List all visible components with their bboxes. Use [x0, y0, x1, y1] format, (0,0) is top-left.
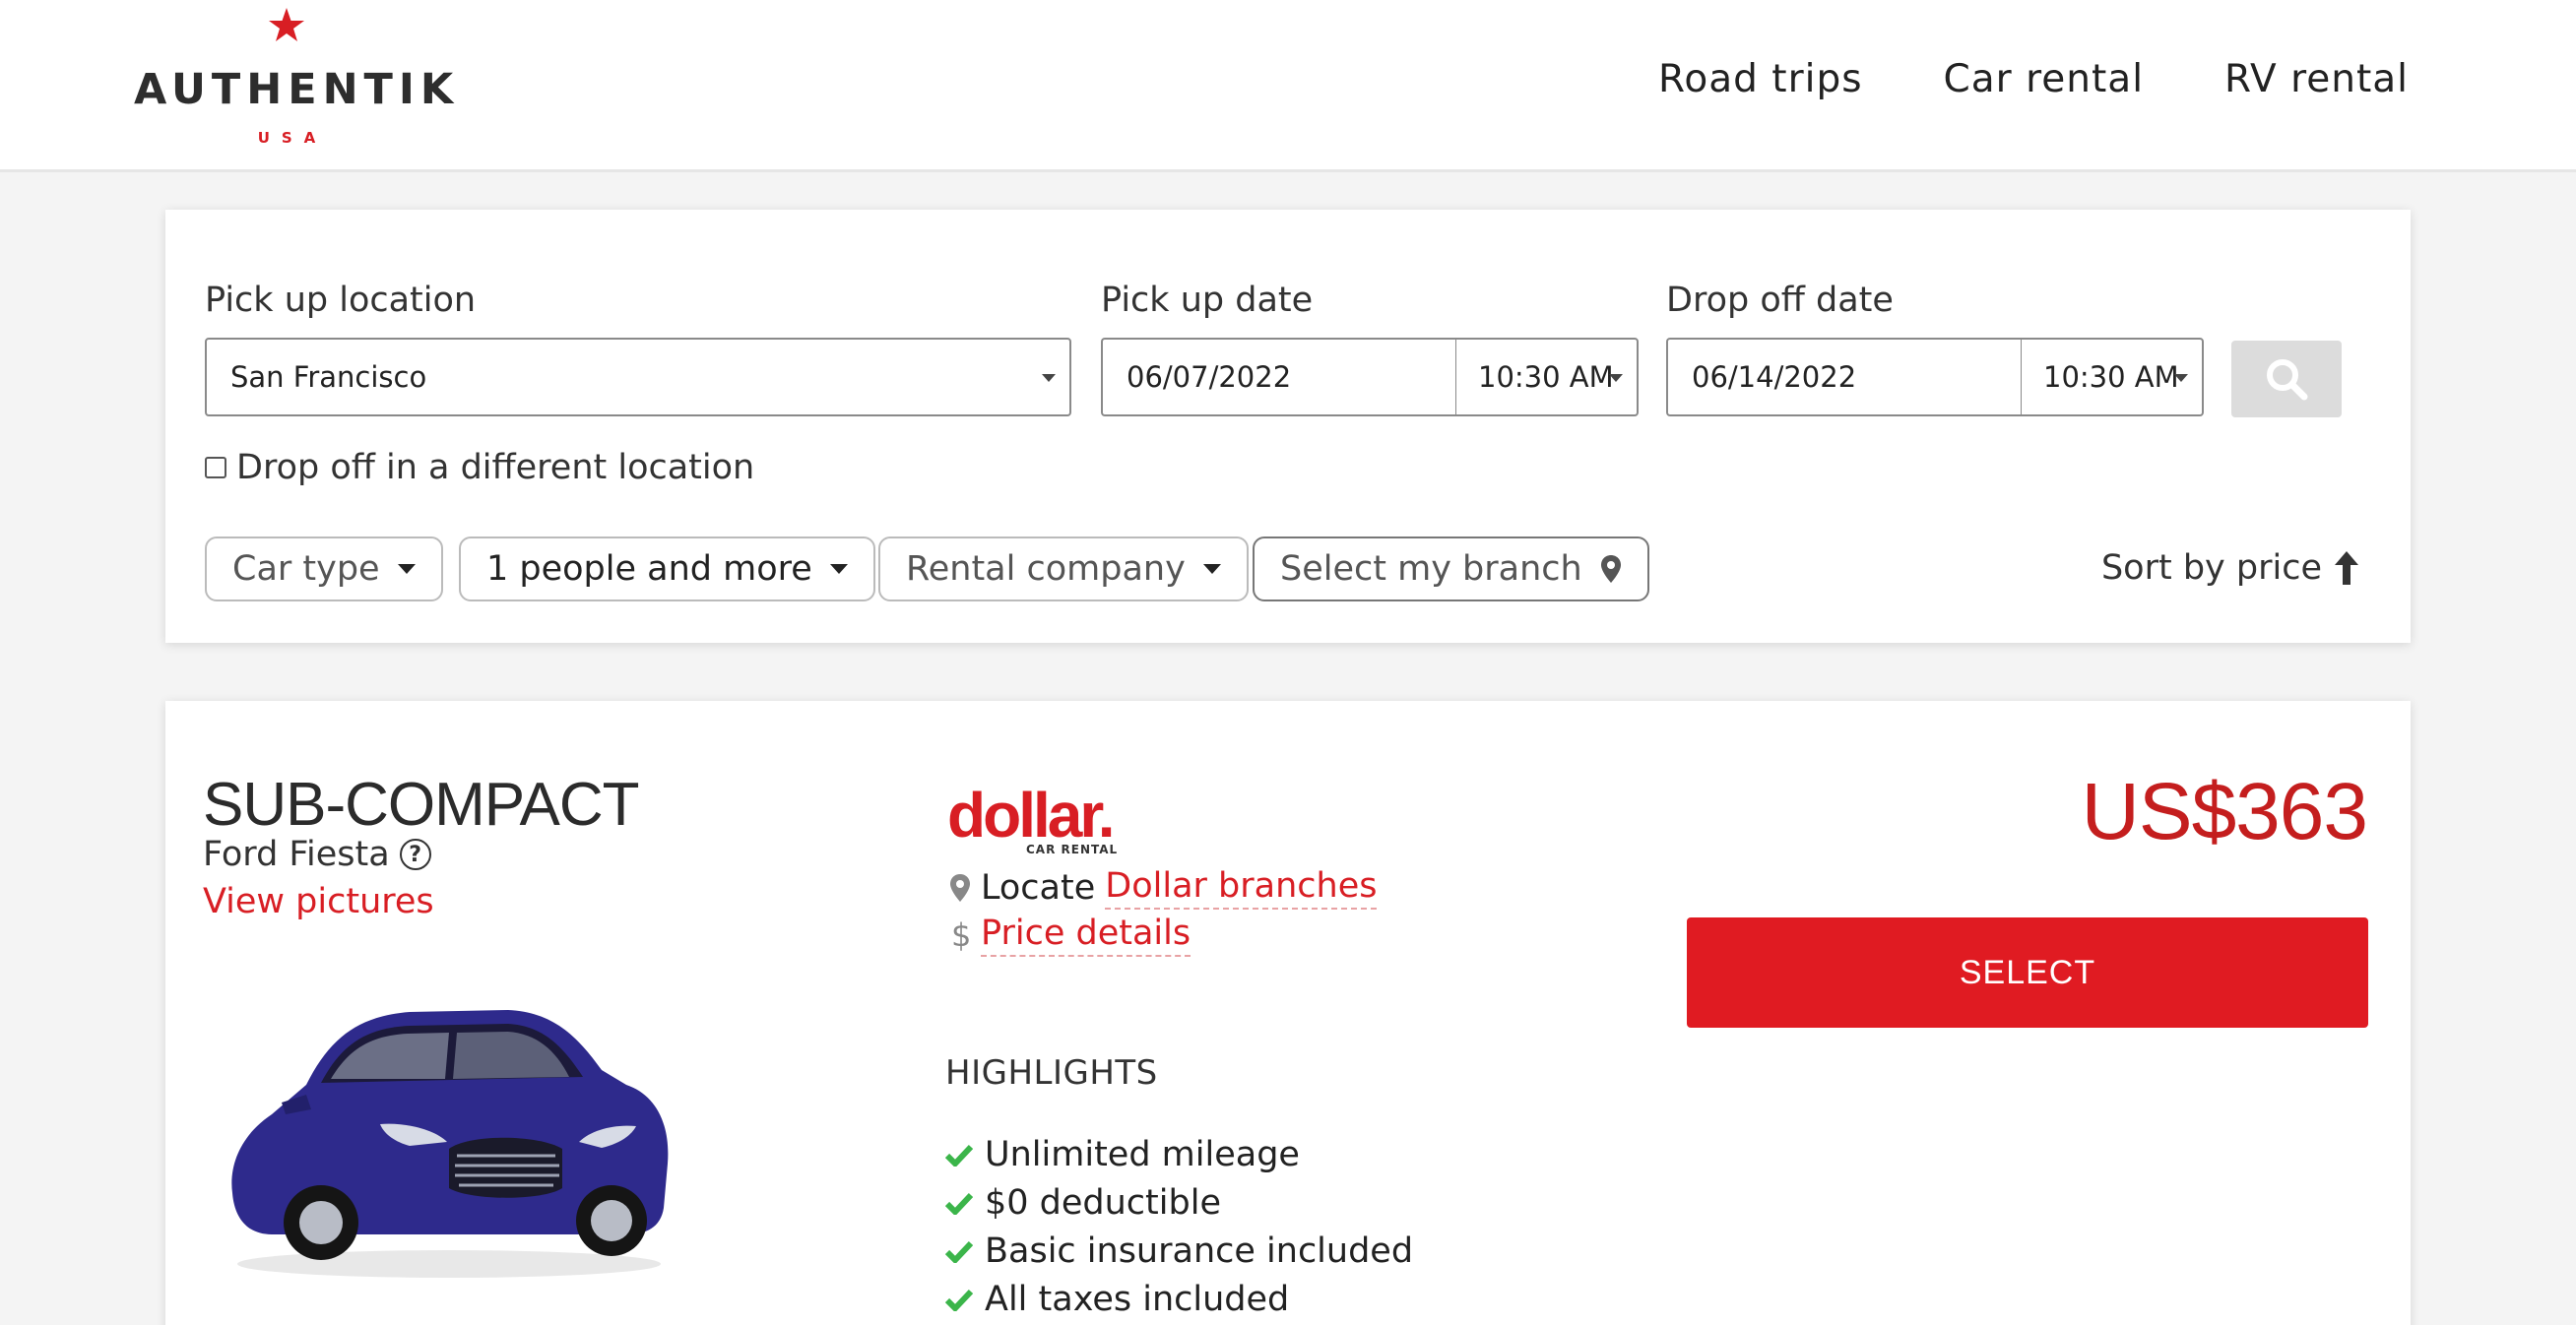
arrow-up-icon: [2335, 551, 2358, 585]
check-icon: [945, 1144, 973, 1167]
chevron-down-icon: [829, 564, 848, 574]
highlight-text: Basic insurance included: [985, 1230, 1414, 1271]
search-button[interactable]: [2231, 341, 2342, 417]
locate-prefix: Locate: [981, 868, 1096, 908]
svg-text:$: $: [951, 918, 971, 952]
dropoff-time-select[interactable]: 10:30 AM: [2021, 338, 2204, 416]
check-icon: [945, 1240, 973, 1263]
dollar-logo-sub: CAR RENTAL: [1026, 843, 1119, 856]
people-filter[interactable]: 1 people and more: [459, 536, 875, 601]
car-type-label: Car type: [232, 549, 380, 589]
dropoff-date-value: 06/14/2022: [1692, 360, 1857, 394]
view-pictures-link[interactable]: View pictures: [203, 882, 434, 921]
car-model: Ford Fiesta: [203, 835, 390, 874]
different-location-checkbox[interactable]: [205, 457, 226, 478]
different-location-row[interactable]: Drop off in a different location: [205, 448, 754, 487]
pickup-date-label: Pick up date: [1101, 281, 1314, 320]
chevron-down-icon: [1609, 374, 1623, 382]
highlight-text: All taxes included: [985, 1279, 1290, 1319]
site-header: AUTHENTIK USA Road trips Car rental RV r…: [0, 0, 2576, 172]
dropoff-date-input[interactable]: 06/14/2022: [1666, 338, 2023, 416]
nav-car-rental[interactable]: Car rental: [1944, 57, 2144, 101]
select-branch-button[interactable]: Select my branch: [1253, 536, 1649, 601]
chevron-down-icon: [1202, 564, 1221, 574]
pickup-location-value: San Francisco: [230, 360, 427, 394]
pickup-date-value: 06/07/2022: [1127, 360, 1292, 394]
select-branch-label: Select my branch: [1280, 549, 1582, 589]
dropoff-date-label: Drop off date: [1666, 281, 1894, 320]
people-label: 1 people and more: [486, 549, 812, 589]
nav-rv-rental[interactable]: RV rental: [2224, 57, 2409, 101]
chevron-down-icon: [2174, 374, 2188, 382]
dollar-logo-text: dollar.: [947, 780, 1116, 851]
dollar-icon: $: [951, 918, 971, 952]
sort-by-price[interactable]: Sort by price: [2101, 548, 2359, 588]
price-details-link[interactable]: Price details: [981, 914, 1191, 957]
check-icon: [945, 1289, 973, 1311]
dollar-branches-link[interactable]: Dollar branches: [1105, 866, 1378, 910]
help-icon[interactable]: ?: [399, 839, 431, 870]
check-icon: [945, 1192, 973, 1215]
pickup-location-select[interactable]: San Francisco: [205, 338, 1071, 416]
highlights-title: HIGHLIGHTS: [945, 1053, 1158, 1093]
pickup-date-input[interactable]: 06/07/2022: [1101, 338, 1457, 416]
pickup-location-label: Pick up location: [205, 281, 477, 320]
map-pin-icon: [950, 874, 970, 902]
pickup-time-value: 10:30 AM: [1478, 360, 1614, 394]
search-panel: Pick up location San Francisco Pick up d…: [165, 210, 2411, 643]
list-item: $0 deductible: [945, 1178, 1413, 1227]
car-image[interactable]: [213, 977, 676, 1282]
highlight-text: $0 deductible: [985, 1182, 1221, 1223]
brand-name: AUTHENTIK: [134, 65, 460, 114]
rental-company-filter[interactable]: Rental company: [878, 536, 1249, 601]
star-icon: [269, 8, 304, 41]
map-pin-icon: [1600, 555, 1621, 583]
sort-by-label: Sort by price: [2100, 548, 2322, 588]
chevron-down-icon: [1042, 374, 1056, 382]
brand-sub: USA: [257, 129, 328, 147]
list-item: Unlimited mileage: [945, 1130, 1413, 1178]
select-button[interactable]: SELECT: [1687, 917, 2368, 1028]
different-location-label: Drop off in a different location: [236, 448, 755, 487]
highlights-list: Unlimited mileage $0 deductible Basic in…: [945, 1130, 1413, 1323]
rental-company-label: Rental company: [906, 549, 1186, 589]
car-class: SUB-COMPACT: [203, 771, 640, 839]
pickup-time-select[interactable]: 10:30 AM: [1455, 338, 1639, 416]
dollar-logo: dollar. CAR RENTAL: [947, 784, 1144, 872]
dropoff-time-value: 10:30 AM: [2043, 360, 2179, 394]
list-item: Basic insurance included: [945, 1227, 1413, 1275]
nav-road-trips[interactable]: Road trips: [1658, 57, 1863, 101]
list-item: All taxes included: [945, 1275, 1413, 1323]
car-type-filter[interactable]: Car type: [205, 536, 443, 601]
brand-logo[interactable]: AUTHENTIK USA: [134, 0, 460, 158]
chevron-down-icon: [397, 564, 416, 574]
price: US$363: [2081, 767, 2368, 856]
locate-row: Locate Dollar branches: [949, 866, 1378, 910]
main-nav: Road trips Car rental RV rental: [1658, 57, 2409, 101]
car-model-row: Ford Fiesta ?: [203, 835, 431, 874]
search-icon: [2267, 359, 2308, 401]
highlight-text: Unlimited mileage: [985, 1134, 1300, 1174]
result-card: SUB-COMPACT Ford Fiesta ? View pictures: [165, 701, 2411, 1325]
price-details-row: $ Price details: [949, 914, 1191, 957]
